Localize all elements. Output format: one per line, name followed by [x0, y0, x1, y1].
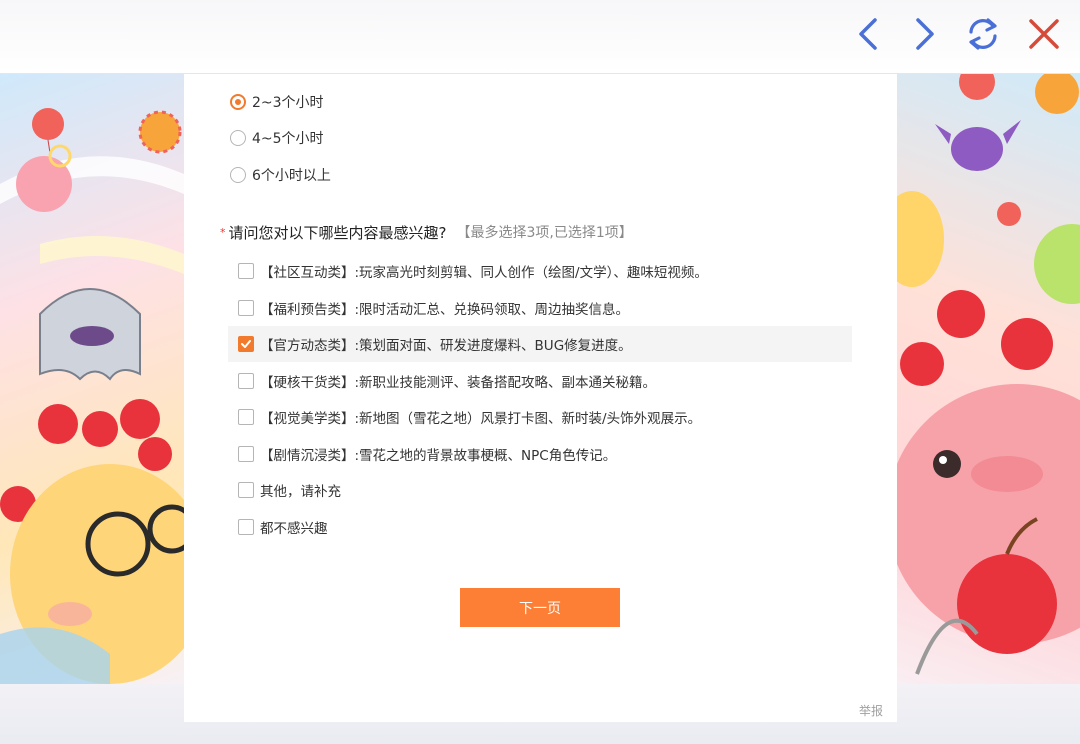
interest-option-other[interactable]: 其他，请补充: [228, 472, 852, 508]
interest-option-none[interactable]: 都不感兴趣: [228, 509, 852, 545]
checkbox[interactable]: [238, 446, 254, 462]
forward-button[interactable]: [903, 12, 947, 56]
chevron-right-icon: [916, 18, 934, 50]
refresh-button[interactable]: [961, 12, 1005, 56]
left-illustration: [0, 74, 184, 684]
interest-option-visual[interactable]: 【视觉美学类】:新地图（雪花之地）风景打卡图、新时装/头饰外观展示。: [228, 399, 852, 435]
interest-option-community[interactable]: 【社区互动类】:玩家高光时刻剪辑、同人创作（绘图/文学）、趣味短视频。: [228, 253, 852, 289]
close-icon: [1029, 19, 1059, 49]
interest-option-label: 【剧情沉浸类】:雪花之地的背景故事梗概、NPC角色传记。: [260, 448, 617, 464]
interest-option-welfare[interactable]: 【福利预告类】:限时活动汇总、兑换码领取、周边抽奖信息。: [228, 290, 852, 326]
radio-button-selected[interactable]: [230, 94, 246, 110]
next-page-button[interactable]: 下一页: [460, 588, 620, 627]
interest-option-label: 【视觉美学类】:新地图（雪花之地）风景打卡图、新时装/头饰外观展示。: [260, 411, 702, 427]
interest-option-label: 【福利预告类】:限时活动汇总、兑换码领取、周边抽奖信息。: [260, 302, 630, 318]
interest-option-label: 【硬核干货类】:新职业技能测评、装备搭配攻略、副本通关秘籍。: [260, 375, 657, 391]
right-illustration: [897, 74, 1080, 684]
checkbox[interactable]: [238, 409, 254, 425]
left-illustration-art: [0, 108, 184, 684]
chevron-left-icon: [859, 18, 877, 50]
survey-panel: 2~3个小时 4~5个小时 6个小时以上 * 请问您对以下哪些内容最感兴趣? 【…: [184, 74, 897, 722]
report-link[interactable]: 举报: [859, 702, 883, 719]
back-button[interactable]: [846, 12, 890, 56]
required-mark: *: [220, 225, 226, 239]
selection-hint: 【最多选择3项,已选择1项】: [456, 225, 633, 241]
interest-option-label: 都不感兴趣: [260, 521, 328, 537]
checkbox-checked[interactable]: [238, 336, 254, 352]
checkmark-icon: [241, 340, 251, 348]
hours-option-label: 2~3个小时: [252, 95, 324, 111]
question-text: 请问您对以下哪些内容最感兴趣?: [228, 223, 447, 242]
hours-option-3[interactable]: 6个小时以上: [230, 157, 331, 193]
checkbox[interactable]: [238, 373, 254, 389]
right-illustration-art: [897, 74, 1080, 675]
checkbox[interactable]: [238, 482, 254, 498]
browser-toolbar: [0, 0, 1080, 74]
checkbox[interactable]: [238, 263, 254, 279]
interest-option-hardcore[interactable]: 【硬核干货类】:新职业技能测评、装备搭配攻略、副本通关秘籍。: [228, 363, 852, 399]
interest-question: * 请问您对以下哪些内容最感兴趣? 【最多选择3项,已选择1项】: [220, 220, 633, 244]
interest-option-label: 【社区互动类】:玩家高光时刻剪辑、同人创作（绘图/文学）、趣味短视频。: [260, 265, 708, 281]
interest-option-official[interactable]: 【官方动态类】:策划面对面、研发进度爆料、BUG修复进度。: [228, 326, 852, 362]
hours-option-label: 6个小时以上: [252, 168, 331, 184]
hours-option-label: 4~5个小时: [252, 131, 324, 147]
radio-button[interactable]: [230, 130, 246, 146]
interest-option-story[interactable]: 【剧情沉浸类】:雪花之地的背景故事梗概、NPC角色传记。: [228, 436, 852, 472]
checkbox[interactable]: [238, 519, 254, 535]
interest-option-label: 【官方动态类】:策划面对面、研发进度爆料、BUG修复进度。: [260, 338, 632, 354]
refresh-icon: [969, 18, 997, 50]
hours-option-1[interactable]: 2~3个小时: [230, 84, 324, 120]
checkbox[interactable]: [238, 300, 254, 316]
close-button[interactable]: [1022, 12, 1066, 56]
interest-option-label: 其他，请补充: [260, 484, 341, 500]
radio-button[interactable]: [230, 167, 246, 183]
hours-option-2[interactable]: 4~5个小时: [230, 120, 324, 156]
